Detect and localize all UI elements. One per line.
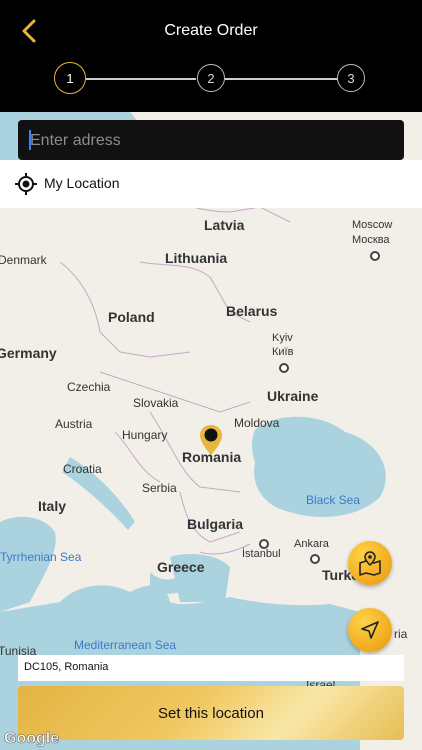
map-label-poland: Poland <box>108 309 155 325</box>
crosshair-icon <box>15 173 37 195</box>
map-label-lithuania: Lithuania <box>165 250 228 266</box>
map-label-mediterranean-sea: Mediterranean Sea <box>74 638 177 652</box>
selected-address-bar: DC105, Romania <box>18 655 404 681</box>
map-label-slovakia: Slovakia <box>133 396 179 410</box>
page-title: Create Order <box>164 22 258 39</box>
map-label-latvia: Latvia <box>204 217 245 233</box>
city-dot-kyiv <box>279 363 289 373</box>
map-label-austria: Austria <box>55 417 93 431</box>
map-label-denmark: Denmark <box>0 253 47 267</box>
my-location-row[interactable]: My Location <box>0 160 422 208</box>
step-connector <box>86 78 196 80</box>
google-attribution: Google <box>4 730 60 748</box>
step-2[interactable]: 2 <box>197 64 225 92</box>
map-label-czechia: Czechia <box>67 380 111 394</box>
address-search[interactable] <box>18 120 404 162</box>
navigate-button[interactable] <box>348 608 392 652</box>
set-location-button[interactable]: Set this location <box>18 686 404 740</box>
map-label-serbia: Serbia <box>142 481 177 495</box>
map-label-italy: Italy <box>38 498 67 514</box>
top-bar: Create Order 1 2 3 <box>0 0 422 112</box>
map-label-moscow: Moscow <box>352 219 393 231</box>
map-pin-icon <box>359 551 381 576</box>
map-label-syria: ria <box>394 627 408 641</box>
city-dot-ankara <box>310 554 320 564</box>
map-label-greece: Greece <box>157 559 205 575</box>
map-label-kyiv-local: Київ <box>272 346 294 358</box>
map-label-moldova: Moldova <box>234 416 280 430</box>
map-label-black-sea: Black Sea <box>306 493 361 507</box>
step-1[interactable]: 1 <box>54 62 86 94</box>
map-label-istanbul: İstanbul <box>242 548 281 560</box>
map-label-bulgaria: Bulgaria <box>187 516 244 532</box>
selected-address-text: DC105, Romania <box>24 661 109 673</box>
map-picker-button[interactable] <box>348 541 392 585</box>
location-pin-icon[interactable] <box>199 424 223 456</box>
step-3[interactable]: 3 <box>337 64 365 92</box>
map-label-ankara: Ankara <box>294 538 329 550</box>
city-dot-moscow <box>370 251 380 261</box>
map-label-croatia: Croatia <box>63 462 102 476</box>
map-label-germany: Germany <box>0 345 57 361</box>
my-location-label: My Location <box>44 175 120 191</box>
map-label-belarus: Belarus <box>226 303 278 319</box>
map-label-kyiv: Kyiv <box>272 332 293 344</box>
navigation-arrow-icon <box>361 621 379 639</box>
map-label-hungary: Hungary <box>122 428 168 442</box>
map-label-ukraine: Ukraine <box>267 388 319 404</box>
step-connector <box>225 78 337 80</box>
address-input[interactable] <box>28 120 392 162</box>
text-caret <box>29 130 31 150</box>
map-label-tyrrhenian-sea: Tyrrhenian Sea <box>0 550 82 564</box>
map-label-moscow-local: Москва <box>352 234 390 246</box>
